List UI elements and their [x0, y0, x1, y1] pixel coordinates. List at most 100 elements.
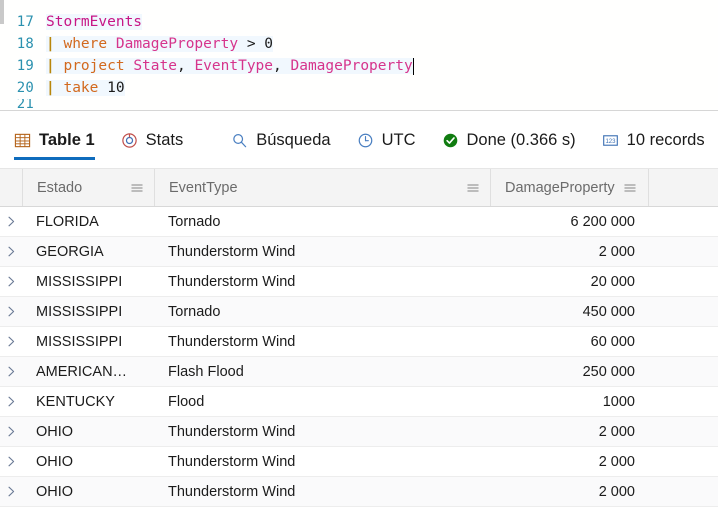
row-expand-chevron-icon[interactable] [0, 485, 22, 498]
record-count: 123 10 records [602, 111, 705, 169]
numbers-icon: 123 [602, 132, 619, 149]
table-row[interactable]: MISSISSIPPI Thunderstorm Wind 20 000 [0, 267, 718, 297]
toolbar-item-label: 10 records [626, 130, 705, 149]
code-lines[interactable]: 16 17 StormEvents 18 | where DamageProperty … [0, 0, 718, 110]
row-expand-chevron-icon[interactable] [0, 395, 22, 408]
active-tab-indicator [14, 157, 95, 160]
column-menu-state-icon[interactable] [130, 181, 144, 195]
table-row[interactable]: KENTUCKY Flood 1000 [0, 387, 718, 417]
query-editor[interactable]: 16 17 StormEvents 18 | where DamageProperty … [0, 0, 718, 111]
code-line[interactable]: 16 [0, 0, 718, 11]
column-header-eventtype-label: EventType [169, 179, 238, 196]
table-row[interactable]: AMERICAN… Flash Flood 250 000 [0, 357, 718, 387]
column-menu-damageproperty-icon[interactable] [623, 181, 637, 195]
column-menu-eventtype-icon[interactable] [466, 181, 480, 195]
line-number: 20 [16, 80, 34, 96]
code-token: StormEvents [46, 14, 143, 30]
code-token: | [46, 36, 55, 52]
cell-damage: 1000 [602, 393, 635, 410]
code-token: project [63, 58, 125, 74]
code-line[interactable]: 17 StormEvents [0, 11, 718, 33]
code-token: 10 [107, 80, 125, 96]
table-row[interactable]: MISSISSIPPI Tornado 450 000 [0, 297, 718, 327]
cell-damage: 450 000 [582, 303, 635, 320]
row-expand-chevron-icon[interactable] [0, 425, 22, 438]
row-expand-chevron-icon[interactable] [0, 335, 22, 348]
toolbar-item-search[interactable]: Búsqueda [231, 111, 331, 169]
code-token: , [273, 58, 282, 74]
table-row[interactable]: OHIO Thunderstorm Wind 2 000 [0, 417, 718, 447]
cell-state: GEORGIA [36, 243, 104, 260]
grid-body: FLORIDA Tornado 6 200 000 GEORGIA Thundersto… [0, 207, 718, 507]
cell-event: Thunderstorm Wind [168, 333, 296, 350]
cell-damage: 250 000 [582, 363, 635, 380]
cell-event: Flash Flood [168, 363, 244, 380]
toolbar-item-utc[interactable]: UTC [357, 111, 416, 169]
row-expand-chevron-icon[interactable] [0, 455, 22, 468]
line-number: 18 [16, 36, 34, 52]
code-token: DamageProperty [115, 36, 239, 52]
code-token: > [246, 36, 256, 52]
code-text[interactable]: StormEvents [46, 14, 143, 30]
code-token: , [176, 58, 186, 74]
code-text[interactable]: | take 10 [46, 80, 125, 96]
cell-event: Thunderstorm Wind [168, 483, 296, 500]
table-row[interactable]: OHIO Thunderstorm Wind 2 000 [0, 477, 718, 507]
table-row[interactable]: MISSISSIPPI Thunderstorm Wind 60 000 [0, 327, 718, 357]
cell-state: KENTUCKY [36, 393, 115, 410]
clock-icon [357, 132, 374, 149]
table-row[interactable]: FLORIDA Tornado 6 200 000 [0, 207, 718, 237]
check-circle-icon [442, 132, 459, 149]
code-text[interactable]: | project State, EventType, DamageProper… [46, 58, 413, 74]
cell-damage: 60 000 [590, 333, 635, 350]
row-expand-chevron-icon[interactable] [0, 365, 22, 378]
search-icon [231, 132, 248, 149]
cell-state: FLORIDA [36, 213, 99, 230]
cell-state: OHIO [36, 453, 74, 470]
cell-event: Thunderstorm Wind [168, 273, 296, 290]
grid-header-tail [648, 169, 718, 206]
cell-event: Flood [168, 393, 205, 410]
code-line[interactable]: 21 [0, 99, 718, 110]
table-icon [14, 132, 31, 149]
row-expand-chevron-icon[interactable] [0, 275, 22, 288]
table-row[interactable]: GEORGIA Thunderstorm Wind 2 000 [0, 237, 718, 267]
column-header-damageproperty[interactable]: DamageProperty [490, 169, 648, 206]
cell-damage: 6 200 000 [570, 213, 635, 230]
table-row[interactable]: OHIO Thunderstorm Wind 2 000 [0, 447, 718, 477]
cell-state: OHIO [36, 483, 74, 500]
code-token: DamageProperty [290, 58, 413, 74]
cell-event: Thunderstorm Wind [168, 243, 296, 260]
code-text[interactable]: | where DamageProperty > 0 [46, 36, 274, 52]
column-header-damageproperty-label: DamageProperty [505, 179, 615, 196]
code-line[interactable]: 20 | take 10 [0, 77, 718, 99]
cell-state: MISSISSIPPI [36, 333, 123, 350]
cell-damage: 2 000 [598, 423, 635, 440]
cell-event: Thunderstorm Wind [168, 453, 296, 470]
row-expand-chevron-icon[interactable] [0, 215, 22, 228]
code-token: take [63, 80, 99, 96]
code-line[interactable]: 18 | where DamageProperty > 0 [0, 33, 718, 55]
row-expand-chevron-icon[interactable] [0, 305, 22, 318]
column-header-eventtype[interactable]: EventType [154, 169, 490, 206]
grid-header-row: Estado EventType DamageProperty [0, 169, 718, 207]
code-line[interactable]: 19 | project State, EventType, DamageProp… [0, 55, 718, 77]
code-token: | [46, 58, 55, 74]
row-expand-chevron-icon[interactable] [0, 245, 22, 258]
cell-damage: 2 000 [598, 453, 635, 470]
column-header-state[interactable]: Estado [22, 169, 154, 206]
cell-damage: 2 000 [598, 243, 635, 260]
cell-state: OHIO [36, 423, 74, 440]
toolbar-item-label: UTC [381, 130, 416, 149]
toolbar-item-label: Done (0.366 s) [466, 130, 576, 149]
code-token: where [63, 36, 108, 52]
toolbar-item-table-1[interactable]: Table 1 [14, 111, 95, 169]
cell-event: Thunderstorm Wind [168, 423, 296, 440]
cell-event: Tornado [168, 213, 221, 230]
cell-state: AMERICAN… [36, 363, 128, 380]
line-number: 19 [16, 58, 34, 74]
toolbar-item-stats[interactable]: Stats [121, 111, 183, 169]
status-badge: Done (0.366 s) [442, 111, 576, 169]
